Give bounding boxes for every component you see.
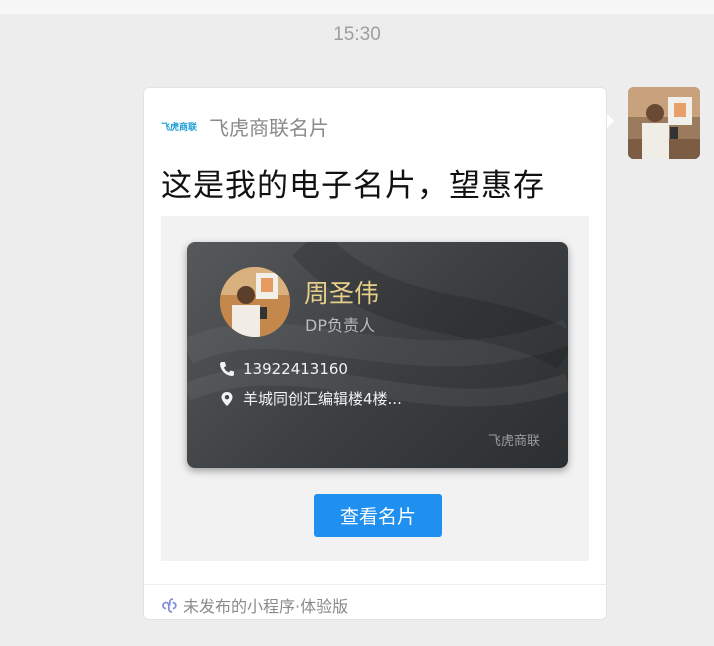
card-address: 羊城同创汇编辑楼4楼... [243, 390, 402, 408]
card-brand: 飞虎商联 [487, 434, 540, 449]
card-address-row: 羊城同创汇编辑楼4楼... [219, 388, 402, 409]
card-avatar-photo [220, 267, 290, 337]
sender-avatar[interactable] [628, 87, 700, 159]
mini-program-footer: 未发布的小程序·体验版 [161, 593, 348, 617]
card-phone: 13922413160 [243, 360, 348, 378]
phone-icon [219, 361, 235, 377]
card-position: DP负责人 [305, 316, 375, 335]
card-phone-row: 13922413160 [219, 360, 348, 378]
mini-program-card-message[interactable]: 飞虎商联 飞虎商联名片 这是我的电子名片，望惠存 周圣伟 DP负责人 13922… [143, 87, 607, 620]
footer-divider [144, 584, 606, 585]
location-pin-icon [219, 391, 235, 407]
business-card: 周圣伟 DP负责人 13922413160 羊城同创汇编辑楼4楼... 飞虎商联 [187, 242, 568, 468]
avatar-photo [628, 87, 700, 159]
mini-program-header: 飞虎商联 飞虎商联名片 [161, 113, 330, 140]
message-timestamp: 15:30 [333, 24, 381, 45]
status-strip [0, 0, 714, 14]
footer-label: 未发布的小程序·体验版 [183, 597, 349, 616]
message-title: 这是我的电子名片，望惠存 [161, 168, 545, 204]
app-logo: 飞虎商联 [161, 121, 198, 132]
card-preview[interactable]: 周圣伟 DP负责人 13922413160 羊城同创汇编辑楼4楼... 飞虎商联… [161, 216, 589, 561]
card-avatar [220, 267, 290, 337]
app-name: 飞虎商联名片 [209, 115, 330, 140]
view-card-button[interactable]: 查看名片 [314, 494, 442, 537]
mini-program-icon [161, 597, 178, 614]
card-name: 周圣伟 [304, 279, 380, 308]
